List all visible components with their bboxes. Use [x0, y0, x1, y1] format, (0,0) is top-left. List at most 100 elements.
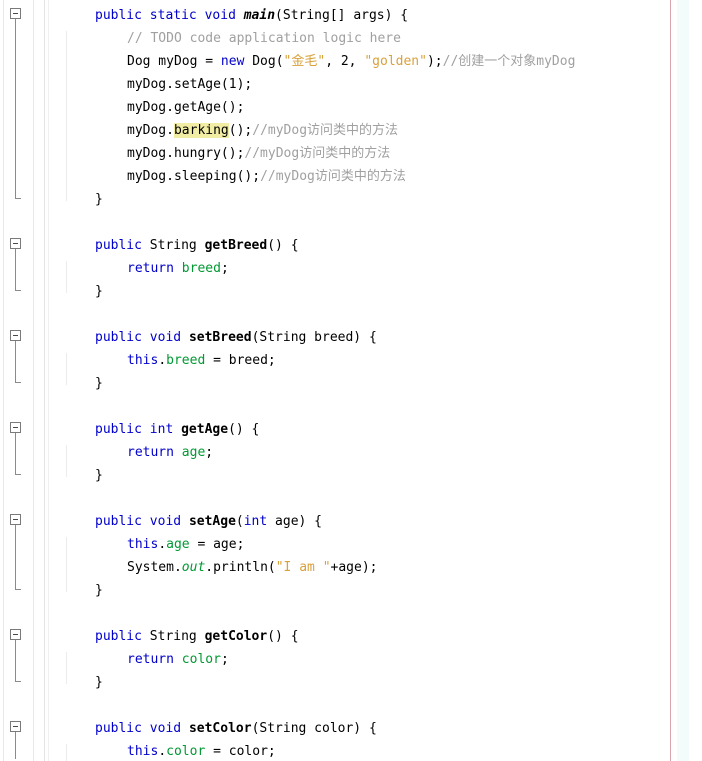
- code-token: (String[] args) {: [275, 8, 409, 23]
- code-token: myDog.: [127, 123, 174, 138]
- fold-collapse-icon[interactable]: [10, 330, 21, 341]
- indent-guide: [66, 652, 67, 684]
- code-line[interactable]: public void setColor(String color) {: [95, 717, 377, 740]
- highlighted-token: barking: [173, 123, 229, 138]
- code-token: public: [95, 629, 142, 644]
- fold-collapse-icon[interactable]: [10, 422, 21, 433]
- code-token: age) {: [267, 514, 323, 529]
- code-token: public: [95, 721, 142, 736]
- code-token: void: [149, 514, 182, 529]
- code-token: this: [127, 353, 159, 368]
- code-line[interactable]: public void setBreed(String breed) {: [95, 326, 377, 349]
- code-token: (String breed) {: [251, 330, 377, 345]
- code-line[interactable]: }: [95, 280, 103, 303]
- code-line[interactable]: }: [95, 188, 103, 211]
- code-token: getBreed: [204, 238, 268, 253]
- code-line[interactable]: myDog.hungry();//myDog访问类中的方法: [127, 142, 390, 165]
- code-token: ;: [220, 261, 229, 276]
- code-token: System.: [127, 560, 182, 575]
- fold-gutter[interactable]: [0, 0, 44, 761]
- code-token: (String color) {: [251, 721, 377, 736]
- code-line[interactable]: return color;: [127, 648, 229, 671]
- code-line[interactable]: // TODO code application logic here: [127, 27, 401, 50]
- code-token: .: [158, 537, 167, 552]
- gutter-separator: [44, 0, 45, 761]
- fold-collapse-icon[interactable]: [10, 629, 21, 640]
- code-line[interactable]: this.breed = breed;: [127, 349, 276, 372]
- fold-collapse-icon[interactable]: [10, 514, 21, 525]
- code-token: color: [166, 744, 206, 759]
- code-token: //myDog访问类中的方法: [252, 123, 399, 138]
- code-token: public: [95, 238, 142, 253]
- code-token: = color;: [205, 744, 276, 759]
- code-token: }: [95, 675, 103, 690]
- fold-range-end: [15, 198, 21, 199]
- code-token: setAge: [188, 514, 236, 529]
- code-line[interactable]: Dog myDog = new Dog("金毛", 2, "golden");/…: [127, 50, 575, 73]
- fold-collapse-icon[interactable]: [10, 8, 21, 19]
- code-token: getAge: [181, 422, 229, 437]
- code-line[interactable]: myDog.sleeping();//myDog访问类中的方法: [127, 165, 406, 188]
- code-token: breed: [181, 261, 221, 276]
- code-token: setBreed: [188, 330, 252, 345]
- code-line[interactable]: this.color = color;: [127, 740, 276, 761]
- code-token: age: [181, 445, 206, 460]
- code-token: myDog.setAge(1);: [127, 77, 253, 92]
- code-token: () {: [267, 238, 299, 253]
- code-line[interactable]: return breed;: [127, 257, 229, 280]
- code-token: Dog(: [244, 54, 284, 69]
- code-line[interactable]: }: [95, 579, 103, 602]
- code-token: color: [181, 652, 221, 667]
- code-token: .: [158, 744, 167, 759]
- code-token: static: [149, 8, 197, 23]
- code-token: .println(: [205, 560, 276, 575]
- code-token: Dog myDog =: [127, 54, 221, 69]
- code-token: }: [95, 192, 103, 207]
- code-line[interactable]: }: [95, 464, 103, 487]
- fold-range-line: [15, 341, 16, 382]
- code-line[interactable]: public String getBreed() {: [95, 234, 299, 257]
- fold-collapse-icon[interactable]: [10, 238, 21, 249]
- code-token: = age;: [189, 537, 245, 552]
- code-token: public: [95, 330, 142, 345]
- print-margin-guide: [670, 0, 671, 761]
- code-line[interactable]: }: [95, 372, 103, 395]
- fold-range-end: [15, 589, 21, 590]
- fold-range-end: [15, 382, 21, 383]
- code-line[interactable]: this.age = age;: [127, 533, 244, 556]
- code-token: return: [127, 261, 174, 276]
- code-line[interactable]: return age;: [127, 441, 213, 464]
- code-token: , 2,: [325, 54, 365, 69]
- code-token: myDog.hungry();: [127, 146, 245, 161]
- indent-guide: [66, 445, 67, 477]
- code-token: public: [95, 514, 142, 529]
- code-token: String: [141, 629, 205, 644]
- gutter-rule-left: [3, 0, 4, 761]
- code-line[interactable]: public static void main(String[] args) {: [95, 4, 408, 27]
- code-line[interactable]: System.out.println("I am "+age);: [127, 556, 378, 579]
- indent-guide: [66, 744, 67, 761]
- code-text-area[interactable]: public static void main(String[] args) {…: [49, 0, 702, 761]
- code-line[interactable]: public void setAge(int age) {: [95, 510, 322, 533]
- code-line[interactable]: public int getAge() {: [95, 418, 259, 441]
- code-token: public: [95, 422, 142, 437]
- code-token: //创建一个对象myDog: [442, 54, 576, 69]
- code-token: ;: [205, 445, 214, 460]
- code-line[interactable]: public String getColor() {: [95, 625, 299, 648]
- code-editor[interactable]: public static void main(String[] args) {…: [0, 0, 702, 761]
- right-margin-tint: [677, 0, 689, 761]
- code-line[interactable]: }: [95, 671, 103, 694]
- code-token: // TODO code application logic here: [127, 31, 401, 46]
- code-line[interactable]: myDog.barking();//myDog访问类中的方法: [127, 119, 398, 142]
- code-line[interactable]: myDog.getAge();: [127, 96, 244, 119]
- code-token: "golden": [364, 54, 427, 69]
- fold-collapse-icon[interactable]: [10, 721, 21, 732]
- code-line[interactable]: myDog.setAge(1);: [127, 73, 252, 96]
